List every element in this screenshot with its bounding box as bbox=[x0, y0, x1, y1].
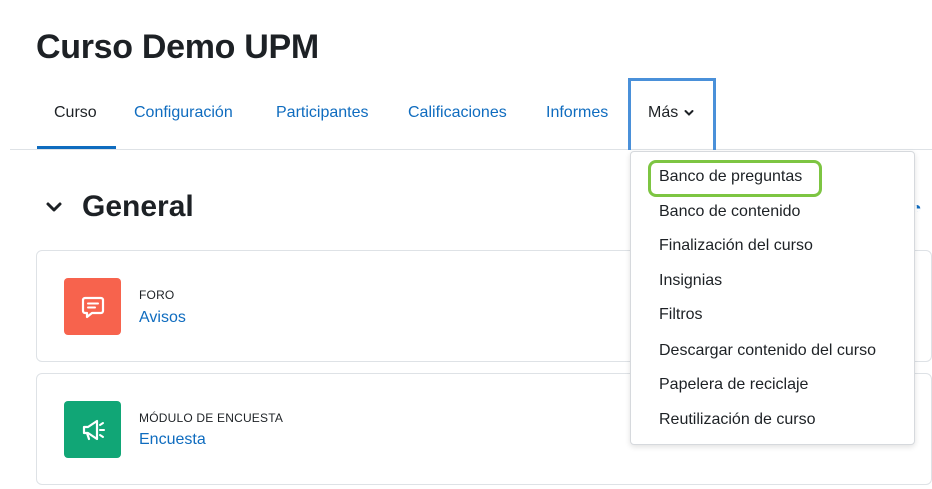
menu-item-reutilizacion[interactable]: Reutilización de curso bbox=[659, 411, 816, 429]
menu-item-banco-contenido[interactable]: Banco de contenido bbox=[659, 203, 800, 221]
forum-icon bbox=[64, 278, 121, 335]
tab-configuracion[interactable]: Configuración bbox=[134, 104, 233, 128]
activity-link[interactable]: Avisos bbox=[139, 309, 186, 327]
activity-type-label: FORO bbox=[139, 288, 175, 302]
menu-item-descargar[interactable]: Descargar contenido del curso bbox=[659, 342, 876, 360]
megaphone-icon bbox=[64, 401, 121, 458]
collapse-chevron-icon[interactable] bbox=[44, 200, 64, 214]
activity-link[interactable]: Encuesta bbox=[139, 431, 206, 449]
mas-dropdown-menu: Banco de preguntas Banco de contenido Fi… bbox=[630, 151, 915, 445]
menu-item-filtros[interactable]: Filtros bbox=[659, 306, 703, 324]
tabs-divider bbox=[10, 149, 932, 150]
tab-mas[interactable]: Más bbox=[648, 104, 694, 122]
course-page: Curso Demo UPM Curso Configuración Parti… bbox=[0, 0, 932, 489]
menu-item-banco-preguntas[interactable]: Banco de preguntas bbox=[659, 168, 802, 186]
menu-item-finalizacion[interactable]: Finalización del curso bbox=[659, 237, 813, 255]
tab-curso[interactable]: Curso bbox=[54, 104, 97, 128]
section-header: General bbox=[44, 190, 194, 224]
section-title: General bbox=[82, 190, 194, 223]
tab-mas-label: Más bbox=[648, 104, 679, 121]
page-title: Curso Demo UPM bbox=[36, 28, 319, 66]
activity-type-label: MÓDULO DE ENCUESTA bbox=[139, 411, 284, 425]
menu-item-insignias[interactable]: Insignias bbox=[659, 272, 722, 290]
chevron-down-icon bbox=[684, 110, 694, 116]
tab-calificaciones[interactable]: Calificaciones bbox=[408, 104, 507, 128]
tab-informes[interactable]: Informes bbox=[546, 104, 608, 128]
tab-participantes[interactable]: Participantes bbox=[276, 104, 369, 128]
menu-item-papelera[interactable]: Papelera de reciclaje bbox=[659, 376, 808, 394]
